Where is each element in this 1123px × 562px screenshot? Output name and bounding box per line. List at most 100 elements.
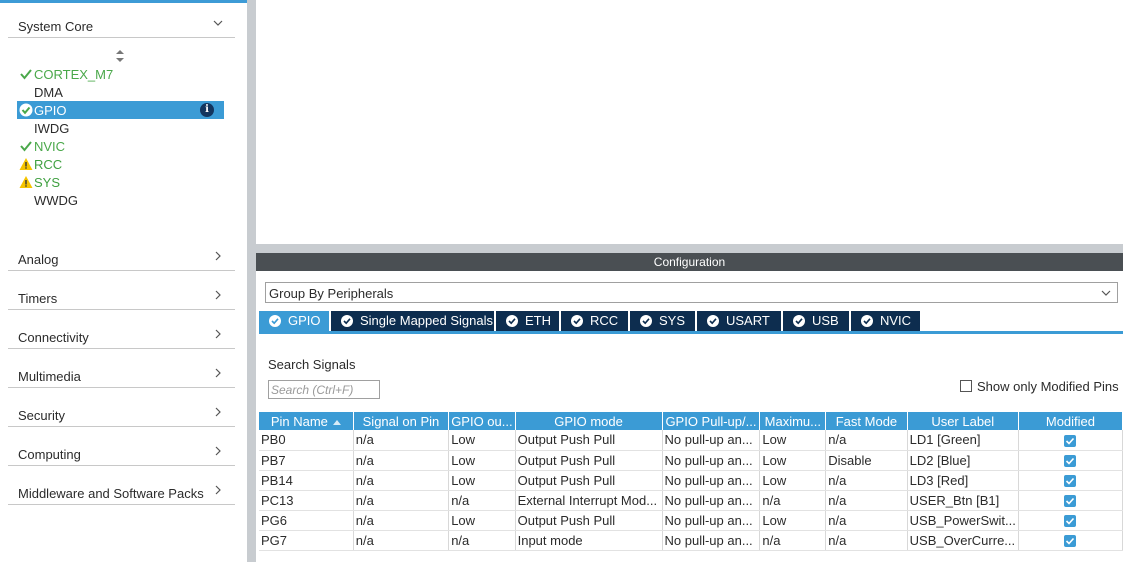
- table-row[interactable]: PB0 n/a Low Output Push Pull No pull-up an..…: [259, 430, 1123, 451]
- table-cell: PB0: [259, 430, 354, 451]
- column-header[interactable]: User Label: [907, 412, 1019, 430]
- category-label: Analog: [18, 252, 59, 267]
- check-circle-icon: [640, 315, 652, 327]
- checked-checkbox-icon[interactable]: [1064, 495, 1077, 508]
- group-by-select[interactable]: Group By Peripherals: [265, 282, 1118, 303]
- column-header-label: Fast Mode: [835, 413, 898, 429]
- tab-gpio[interactable]: GPIO: [259, 311, 329, 331]
- tree-item-nvic[interactable]: NVIC: [17, 137, 224, 155]
- show-modified-checkbox[interactable]: [960, 380, 972, 392]
- column-header[interactable]: GPIO ou...: [448, 412, 516, 430]
- modified-checkbox-cell[interactable]: [1018, 430, 1123, 451]
- table-cell: Disable: [825, 450, 908, 471]
- tree-item-label: DMA: [34, 85, 63, 100]
- category-multimedia[interactable]: Multimedia: [8, 360, 235, 388]
- column-header-label: GPIO ou...: [451, 413, 513, 429]
- column-header-label: User Label: [931, 413, 995, 429]
- table-cell: No pull-up an...: [662, 510, 761, 531]
- sidebar-splitter[interactable]: [247, 0, 256, 562]
- category-computing[interactable]: Computing: [8, 438, 235, 466]
- column-header[interactable]: GPIO Pull-up/...: [662, 412, 761, 430]
- table-row[interactable]: PB14 n/a Low Output Push Pull No pull-up an.…: [259, 470, 1123, 491]
- configuration-title: Configuration: [256, 253, 1123, 271]
- category-analog[interactable]: Analog: [8, 243, 235, 271]
- column-header[interactable]: Signal on Pin: [353, 412, 450, 430]
- table-cell: External Interrupt Mod...: [515, 490, 663, 511]
- checked-checkbox-icon[interactable]: [1064, 434, 1077, 447]
- chevron-right-icon: [215, 290, 221, 300]
- category-middleware-and-software-packs[interactable]: Middleware and Software Packs: [8, 477, 235, 505]
- tab-eth[interactable]: ETH: [496, 311, 559, 331]
- show-modified-label: Show only Modified Pins: [977, 379, 1119, 394]
- chevron-down-icon: [1101, 290, 1111, 296]
- chevron-right-icon: [215, 485, 221, 495]
- check-circle-icon: [707, 315, 719, 327]
- category-label: Middleware and Software Packs: [18, 486, 204, 501]
- table-cell: LD1 [Green]: [907, 430, 1019, 451]
- tab-underline: [259, 331, 1123, 334]
- modified-checkbox-cell[interactable]: [1018, 450, 1123, 471]
- checked-checkbox-icon[interactable]: [1064, 475, 1077, 488]
- sort-icon[interactable]: [115, 49, 125, 63]
- tree-item-wwdg[interactable]: WWDG: [17, 191, 224, 209]
- check-circle-icon: [341, 315, 353, 327]
- search-input[interactable]: [268, 380, 380, 399]
- pinout-view-area: [256, 0, 1123, 244]
- checked-checkbox-icon[interactable]: [1064, 455, 1077, 468]
- chevron-down-icon: [213, 20, 223, 26]
- column-header[interactable]: Fast Mode: [825, 412, 908, 430]
- tree-item-dma[interactable]: DMA: [17, 83, 224, 101]
- tree-item-gpio[interactable]: GPIO i: [17, 101, 224, 119]
- tab-label: GPIO: [288, 313, 321, 328]
- info-icon[interactable]: i: [200, 103, 214, 117]
- modified-checkbox-cell[interactable]: [1018, 470, 1123, 491]
- table-cell: Low: [759, 470, 827, 491]
- checked-checkbox-icon[interactable]: [1064, 535, 1077, 548]
- table-cell: No pull-up an...: [662, 530, 761, 551]
- category-system-core[interactable]: System Core: [8, 10, 235, 38]
- table-cell: n/a: [759, 490, 827, 511]
- tree-item-cortex_m7[interactable]: CORTEX_M7: [17, 65, 224, 83]
- tab-rcc[interactable]: RCC: [561, 311, 628, 331]
- table-cell: n/a: [825, 490, 908, 511]
- table-row[interactable]: PB7 n/a Low Output Push Pull No pull-up an..…: [259, 450, 1123, 471]
- column-header[interactable]: Pin Name: [259, 412, 354, 430]
- chevron-right-icon: [215, 368, 221, 378]
- column-header-label: Signal on Pin: [362, 413, 440, 429]
- category-timers[interactable]: Timers: [8, 282, 235, 310]
- chevron-right-icon: [215, 329, 221, 339]
- tab-usb[interactable]: USB: [783, 311, 849, 331]
- modified-checkbox-cell[interactable]: [1018, 510, 1123, 531]
- tree-item-sys[interactable]: SYS: [17, 173, 224, 191]
- table-row[interactable]: PG6 n/a Low Output Push Pull No pull-up an..…: [259, 510, 1123, 531]
- table-row[interactable]: PG7 n/a n/a Input mode No pull-up an... n/a n/…: [259, 530, 1123, 551]
- tree-item-label: IWDG: [34, 121, 70, 136]
- tab-single-mapped-signals[interactable]: Single Mapped Signals: [331, 311, 494, 331]
- table-cell: Low: [448, 450, 516, 471]
- modified-checkbox-cell[interactable]: [1018, 490, 1123, 511]
- check-icon: [19, 139, 33, 153]
- tab-label: SYS: [659, 313, 686, 328]
- tab-usart[interactable]: USART: [697, 311, 781, 331]
- category-connectivity[interactable]: Connectivity: [8, 321, 235, 349]
- horizontal-splitter[interactable]: [256, 244, 1123, 253]
- tab-sys[interactable]: SYS: [630, 311, 695, 331]
- column-header[interactable]: Modified: [1018, 412, 1123, 430]
- tab-label: Single Mapped Signals: [360, 313, 493, 328]
- tree-item-rcc[interactable]: RCC: [17, 155, 224, 173]
- column-header[interactable]: Maximu...: [759, 412, 827, 430]
- category-security[interactable]: Security: [8, 399, 235, 427]
- table-cell: Low: [448, 510, 516, 531]
- table-cell: Output Push Pull: [515, 450, 663, 471]
- table-row[interactable]: PC13 n/a n/a External Interrupt Mod... No pu…: [259, 490, 1123, 511]
- tree-item-iwdg[interactable]: IWDG: [17, 119, 224, 137]
- tab-label: NVIC: [880, 313, 912, 328]
- modified-checkbox-cell[interactable]: [1018, 530, 1123, 551]
- tab-label: USB: [812, 313, 839, 328]
- left-sidebar: System Core CORTEX_M7 DMA GPIO i IWDG NVIC RCC…: [0, 0, 247, 562]
- tab-label: ETH: [525, 313, 551, 328]
- checked-checkbox-icon[interactable]: [1064, 515, 1077, 528]
- tab-nvic[interactable]: NVIC: [851, 311, 920, 331]
- table-cell: No pull-up an...: [662, 450, 761, 471]
- column-header[interactable]: GPIO mode: [515, 412, 663, 430]
